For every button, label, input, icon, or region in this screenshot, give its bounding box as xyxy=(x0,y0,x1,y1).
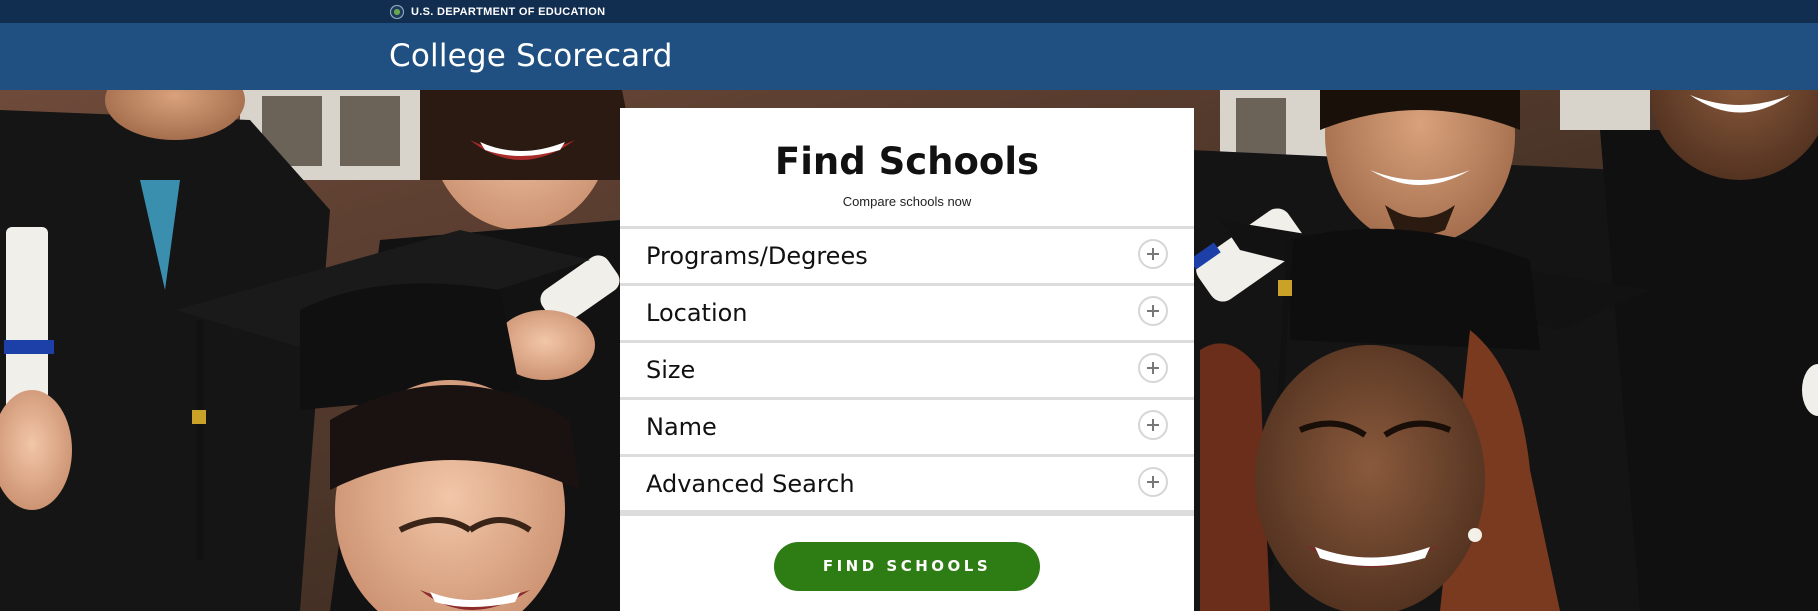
filter-name[interactable]: Name xyxy=(620,397,1194,451)
filter-label: Programs/Degrees xyxy=(646,242,868,270)
plus-icon[interactable] xyxy=(1138,296,1168,326)
plus-icon[interactable] xyxy=(1138,467,1168,497)
filters-divider xyxy=(620,510,1194,516)
filter-size[interactable]: Size xyxy=(620,340,1194,394)
search-filters: Programs/Degrees Location Size Name Adva… xyxy=(620,226,1194,511)
filter-location[interactable]: Location xyxy=(620,283,1194,337)
filter-advanced-search[interactable]: Advanced Search xyxy=(620,454,1194,508)
gov-banner: U.S. DEPARTMENT OF EDUCATION xyxy=(0,0,1818,23)
plus-icon[interactable] xyxy=(1138,239,1168,269)
department-seal-icon xyxy=(390,5,404,19)
filter-label: Advanced Search xyxy=(646,470,855,498)
find-schools-button[interactable]: FIND SCHOOLS xyxy=(774,542,1040,591)
panel-title: Find Schools xyxy=(774,140,1040,183)
filter-label: Name xyxy=(646,413,717,441)
site-header: College Scorecard xyxy=(0,23,1818,90)
filter-label: Location xyxy=(646,299,748,327)
filter-programs-degrees[interactable]: Programs/Degrees xyxy=(620,226,1194,280)
plus-icon[interactable] xyxy=(1138,410,1168,440)
agency-name: U.S. DEPARTMENT OF EDUCATION xyxy=(411,6,606,18)
find-schools-panel: Find Schools Compare schools now Program… xyxy=(620,108,1194,611)
panel-subtitle: Compare schools now xyxy=(842,194,972,209)
filter-label: Size xyxy=(646,356,696,384)
site-title-link[interactable]: College Scorecard xyxy=(389,36,673,76)
plus-icon[interactable] xyxy=(1138,353,1168,383)
